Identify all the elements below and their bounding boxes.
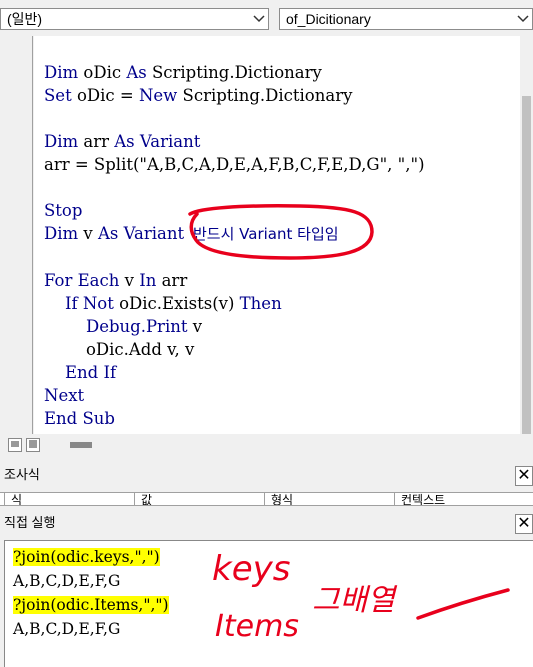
code-comment: '반드시 Variant 타입임: [184, 225, 339, 243]
immediate-line: A,B,C,D,E,F,G: [13, 572, 121, 590]
code-line: End Sub: [44, 409, 115, 428]
toolbar: (일반) of_Dicitionary: [0, 0, 533, 36]
chevron-down-icon[interactable]: [514, 9, 532, 29]
immediate-line: ?join(odic.Items,","): [13, 596, 169, 614]
vertical-scrollbar[interactable]: [520, 36, 533, 434]
watch-window-titlebar: 조사식 ✕: [0, 458, 533, 492]
chevron-down-icon[interactable]: [250, 9, 268, 29]
code-editor[interactable]: Dim oDic As Scripting.Dictionary Set oDic…: [34, 36, 520, 434]
immediate-line: ?join(odic.keys,","): [13, 548, 160, 566]
close-icon[interactable]: ✕: [515, 466, 533, 486]
immediate-window-titlebar: 직접 실행 ✕: [0, 506, 533, 540]
code-line: oDic.Add v, v: [85, 340, 195, 359]
code-line: Dim arr As Variant: [44, 132, 201, 151]
code-line: Debug.Print v: [85, 317, 203, 336]
code-line: arr = Split("A,B,C,A,D,E,A,F,B,C,F,E,D,G…: [44, 155, 425, 174]
scrollbar-thumb[interactable]: [522, 96, 531, 434]
immediate-window[interactable]: ?join(odic.keys,",") A,B,C,D,E,F,G ?join(o…: [4, 540, 533, 667]
procedure-combo[interactable]: of_Dicitionary: [279, 8, 533, 30]
code-line: Next: [44, 386, 85, 405]
object-combo-value: (일반): [7, 11, 43, 27]
code-text[interactable]: Dim oDic As Scripting.Dictionary Set oDic…: [44, 61, 425, 430]
code-line: For Each v In arr: [44, 271, 188, 290]
immediate-line: A,B,C,D,E,F,G: [13, 620, 121, 638]
full-module-view-button[interactable]: [26, 438, 40, 452]
watch-window-title: 조사식: [4, 467, 40, 482]
code-line: End If: [64, 363, 117, 382]
code-line: Dim oDic As Scripting.Dictionary: [44, 63, 322, 82]
code-window: Dim oDic As Scripting.Dictionary Set oDic…: [0, 36, 533, 458]
watch-col-value[interactable]: 값: [134, 493, 152, 505]
code-line: Set oDic = New Scripting.Dictionary: [44, 86, 353, 105]
immediate-text[interactable]: ?join(odic.keys,",") A,B,C,D,E,F,G ?join(o…: [13, 545, 169, 641]
immediate-window-title: 직접 실행: [4, 515, 56, 530]
margin-indicator-bar[interactable]: [6, 36, 33, 434]
procedure-combo-value: of_Dicitionary: [286, 11, 371, 27]
procedure-view-button[interactable]: [8, 438, 22, 452]
close-icon[interactable]: ✕: [515, 514, 533, 534]
code-line: Dim v As Variant '반드시 Variant 타입임: [44, 224, 339, 243]
code-line: Stop: [44, 201, 83, 220]
object-combo[interactable]: (일반): [0, 8, 269, 30]
horizontal-scrollbar-thumb[interactable]: [70, 442, 92, 448]
watch-col-type[interactable]: 형식: [264, 493, 293, 505]
watch-col-expression[interactable]: 식: [4, 493, 22, 505]
code-line: If Not oDic.Exists(v) Then: [64, 294, 282, 313]
watch-column-header: 식 값 형식 컨텍스트: [0, 492, 533, 506]
watch-col-context[interactable]: 컨텍스트: [394, 493, 445, 505]
